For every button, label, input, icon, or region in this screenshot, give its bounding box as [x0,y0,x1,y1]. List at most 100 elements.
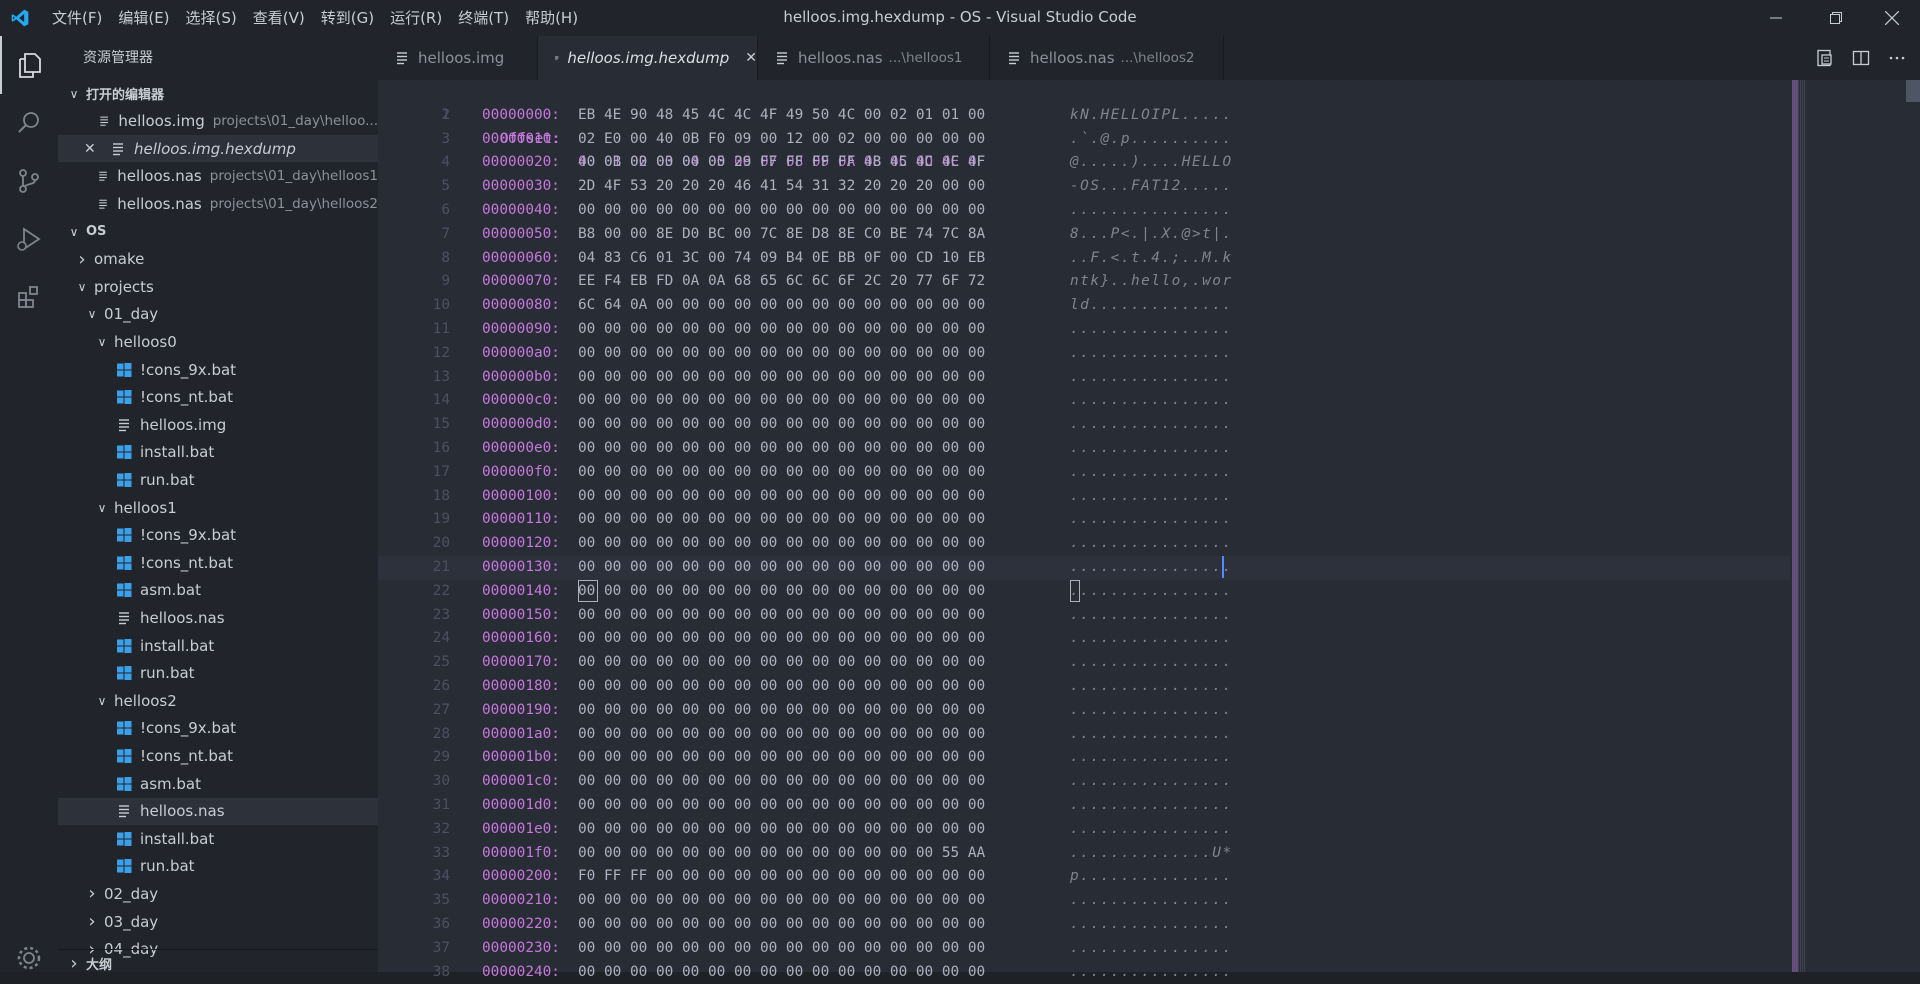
tree-item-label: helloos.img [140,415,227,434]
hexdump-line: 20 00000120: 00 00 00 00 00 00 00 00 00 00… [378,532,1790,556]
tree-item-label: install.bat [140,636,215,655]
tree-file[interactable]: asm.bat [58,770,378,797]
offset: 00000070: [482,273,560,290]
menu-item[interactable]: 转到(G) [313,0,382,36]
tree-file[interactable]: !cons_9x.bat [58,356,378,383]
files-icon [19,53,41,78]
hex-bytes: 6C 64 0A 00 00 00 00 00 00 00 00 00 00 0… [578,297,986,314]
menu-item[interactable]: 查看(V) [245,0,313,36]
editor-tab[interactable]: helloos.img.hexdump ✕ [538,36,758,80]
vertical-scrollbar[interactable] [1906,80,1920,972]
open-editors-section-header[interactable]: ∨ 打开的编辑器 [58,80,378,107]
ascii-text: -OS...FAT12..... [1070,178,1233,195]
vscode-logo-icon [11,9,29,27]
open-editor-item[interactable]: ✕ helloos.img.hexdump [58,135,378,163]
tree-folder[interactable]: ∨ helloos0 [58,328,378,355]
line-number: 10 [432,297,450,314]
outline-section-header[interactable]: › 大纲 [58,949,378,977]
tree-file[interactable]: !cons_nt.bat [58,384,378,411]
open-editor-item[interactable]: helloos.nas projects\01_day\helloos1 [58,163,378,190]
tree-item-label: helloos2 [114,691,177,710]
line-number: 27 [432,701,450,718]
offset: 00000180: [482,678,560,694]
menu-item[interactable]: 运行(R) [382,0,450,36]
close-window-button[interactable] [1868,0,1916,36]
tree-file[interactable]: run.bat [58,853,378,880]
source-control-activity-button[interactable] [0,152,58,210]
menu-item[interactable]: 终端(T) [450,0,517,36]
ascii-text: ................ [1070,487,1233,504]
tree-folder[interactable]: ∨ helloos2 [58,687,378,714]
open-editor-name: helloos.img.hexdump [134,139,296,158]
ascii-text: ................ [1070,773,1233,790]
hexdump-line: 38 00000240: 00 00 00 00 00 00 00 00 00 00… [378,961,1790,984]
editor-tab[interactable]: helloos.nas ...\helloos2 [990,36,1224,80]
tree-folder[interactable]: › 03_day [58,908,378,935]
tree-file[interactable]: asm.bat [58,577,378,604]
tree-item-label: run.bat [140,470,195,489]
file-lines-icon [119,805,129,818]
line-number: 35 [432,892,450,909]
tree-folder[interactable]: › 02_day [58,880,378,907]
tree-folder[interactable]: ∨ projects [58,273,378,300]
hexdump-line: 4 00000020: 40 0B 00 00 00 00 29 FF FF FF … [378,151,1790,175]
open-preview-icon[interactable] [1816,49,1834,67]
run-debug-activity-button[interactable] [0,210,58,268]
split-editor-icon[interactable] [1852,49,1870,67]
hexdump-line: 31 000001d0: 00 00 00 00 00 00 00 00 00 00… [378,794,1790,818]
tree-item-label: !cons_9x.bat [140,526,237,545]
open-editor-item[interactable]: helloos.img projects\01_day\helloo... [58,108,378,135]
tree-folder[interactable]: › omake [58,246,378,273]
restore-button[interactable] [1812,0,1860,36]
hexdump-editor[interactable]: 1 Offset: 00 01 02 03 04 05 06 07 08 09 … [378,80,1920,980]
tree-file[interactable]: install.bat [58,825,378,852]
windows-icon [117,583,132,598]
tree-file[interactable]: install.bat [58,632,378,659]
tree-file[interactable]: run.bat [58,660,378,687]
more-actions-icon[interactable] [1888,49,1906,67]
offset: 00000090: [482,321,560,337]
menu-item[interactable]: 文件(F) [44,0,110,36]
tree-file[interactable]: !cons_9x.bat [58,715,378,742]
tree-file[interactable]: !cons_nt.bat [58,742,378,769]
chevron-right-icon: › [70,953,78,974]
minimize-button[interactable] [1752,0,1800,36]
tree-folder[interactable]: ∨ helloos1 [58,494,378,521]
ascii-text: ................ [1070,916,1233,932]
close-icon[interactable]: ✕ [84,141,96,157]
line-number: 23 [432,606,450,623]
tree-folder[interactable]: ∨ 01_day [58,301,378,328]
tree-file[interactable]: run.bat [58,466,378,493]
menu-item[interactable]: 选择(S) [178,0,245,36]
tree-file[interactable]: !cons_nt.bat [58,549,378,576]
tree-file[interactable]: helloos.nas [58,797,378,825]
menu-item[interactable]: 帮助(H) [517,0,586,36]
line-number: 30 [432,773,450,790]
workspace-section-header[interactable]: ∨ OS [58,218,378,245]
tree-file[interactable]: install.bat [58,439,378,466]
windows-icon [117,666,132,681]
hexdump-line: 29 000001b0: 00 00 00 00 00 00 00 00 00 00… [378,746,1790,770]
tree-file[interactable]: helloos.nas [58,604,378,631]
offset: 000000a0: [482,344,560,361]
open-editor-item[interactable]: helloos.nas projects\01_day\helloos2 [58,190,378,217]
line-number: 8 [441,249,450,266]
editor-tab[interactable]: helloos.nas ...\helloos1 [758,36,990,80]
tree-file[interactable]: helloos.img [58,411,378,438]
tree-item-label: 02_day [104,884,159,903]
scrollbar-thumb[interactable] [1906,80,1920,102]
windows-icon [117,472,132,487]
extensions-activity-button[interactable] [0,268,58,326]
offset: 00000150: [482,606,560,623]
line-number: 9 [441,273,450,290]
close-tab-icon[interactable]: ✕ [745,50,757,66]
explorer-activity-button[interactable] [0,36,58,94]
line-number: 34 [432,868,450,885]
hexdump-line: 19 00000110: 00 00 00 00 00 00 00 00 00 00… [378,508,1790,532]
search-activity-button[interactable] [0,94,58,152]
menu-item[interactable]: 编辑(E) [110,0,177,36]
tree-file[interactable]: !cons_9x.bat [58,522,378,549]
line-number: 32 [432,820,450,837]
manage-activity-button[interactable] [0,944,58,972]
editor-tab[interactable]: helloos.img [378,36,538,80]
